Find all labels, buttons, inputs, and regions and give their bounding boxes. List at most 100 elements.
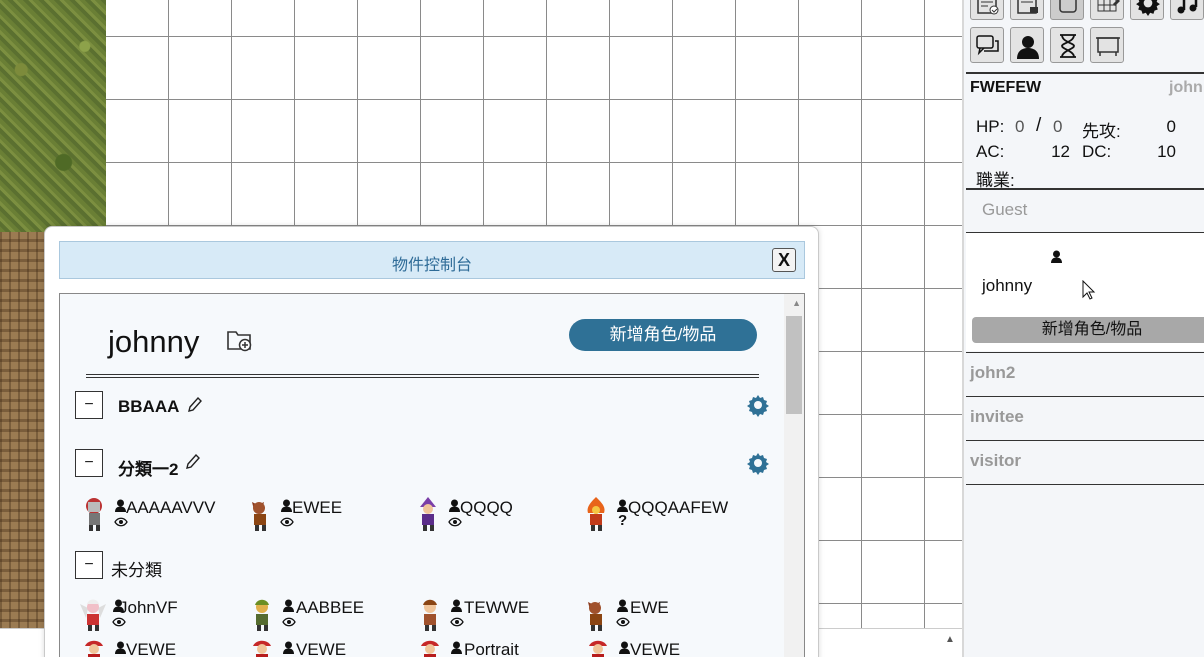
character-name: FWEFEW xyxy=(970,79,1042,96)
token-item[interactable]: JohnVF xyxy=(78,596,238,636)
dialog-title: 物件控制台 xyxy=(391,257,472,274)
scroll-icon xyxy=(1059,0,1077,13)
hp-max[interactable]: 0 xyxy=(1053,117,1062,137)
more-options-icon[interactable]: ⋮ xyxy=(1197,243,1204,264)
close-button[interactable]: X xyxy=(772,248,796,272)
token-name: EWE xyxy=(630,598,669,617)
owner-name: johnny xyxy=(108,324,200,359)
grass-tile xyxy=(0,0,106,232)
ranger-sprite-icon xyxy=(255,599,269,631)
note-check-button[interactable] xyxy=(970,0,1004,20)
settings-button[interactable] xyxy=(1130,0,1164,20)
eye-icon[interactable] xyxy=(448,517,462,527)
token-name: Portrait xyxy=(464,640,519,657)
token-name: QQQAAFEW xyxy=(628,498,729,517)
dialog-titlebar[interactable]: 物件控制台 X xyxy=(59,241,805,279)
eye-icon[interactable] xyxy=(616,617,630,627)
sidebar-divider xyxy=(966,188,1204,190)
gear-icon[interactable] xyxy=(746,393,770,417)
ac-value[interactable]: 12 xyxy=(1034,142,1070,162)
token-name: TEWWE xyxy=(464,598,530,617)
person-icon xyxy=(283,641,294,654)
token-name: AAAAAVVV xyxy=(126,498,216,517)
token-item[interactable]: TEWWE xyxy=(416,596,576,636)
character-button[interactable] xyxy=(1010,27,1044,63)
token-item[interactable]: VEWE xyxy=(584,638,744,657)
screen-button[interactable] xyxy=(1090,27,1124,63)
pencil-icon[interactable] xyxy=(188,397,202,413)
add-character-button[interactable]: 新增角色/物品 xyxy=(569,319,757,351)
user-row[interactable]: invitee xyxy=(966,396,1204,440)
user-name: invitee xyxy=(970,407,1024,426)
token-item[interactable]: VEWE xyxy=(248,638,408,657)
token-name: VEWE xyxy=(630,640,681,657)
initiative-label: 先攻: xyxy=(1082,122,1121,141)
hidden-visibility-marker[interactable]: ? xyxy=(618,512,627,529)
music-icon xyxy=(1177,0,1198,14)
eye-icon[interactable] xyxy=(112,617,126,627)
character-owner: john xyxy=(1169,79,1203,96)
dc-value[interactable]: 10 xyxy=(1140,142,1176,162)
token-item[interactable]: QQQAAFEW ? xyxy=(582,496,742,536)
sidebar-divider xyxy=(966,484,1204,485)
right-sidebar: FWEFEW john HP: 0 / 0 先攻: 0 AC: 12 DC: 1… xyxy=(962,0,1204,657)
stone-wall-shadow xyxy=(0,232,44,628)
pencil-icon[interactable] xyxy=(186,454,200,470)
hp-label: HP: xyxy=(976,117,1005,136)
token-item[interactable]: VEWE xyxy=(80,638,240,657)
current-user-name: johnny xyxy=(982,276,1033,295)
token-item[interactable]: EWEE xyxy=(246,496,406,536)
ac-label: AC: xyxy=(976,142,1005,161)
eye-icon[interactable] xyxy=(450,617,464,627)
scroll-up-arrow-icon[interactable]: ▲ xyxy=(940,630,960,650)
redcap-sprite-icon xyxy=(85,640,103,657)
note-lock-button[interactable] xyxy=(1010,0,1044,20)
collapse-group-button[interactable]: − xyxy=(75,391,103,419)
user-name: john2 xyxy=(970,363,1016,382)
user-row[interactable]: visitor xyxy=(966,440,1204,484)
eye-icon[interactable] xyxy=(282,617,296,627)
scrollbar-thumb[interactable] xyxy=(786,316,802,414)
person-icon xyxy=(1051,250,1062,263)
add-character-button[interactable]: 新增角色/物品 xyxy=(972,317,1204,343)
panel-scrollbar[interactable]: ▲ xyxy=(784,294,804,657)
initiative-value[interactable]: 0 xyxy=(1154,117,1176,137)
scroll-up-arrow-icon[interactable]: ▲ xyxy=(792,298,801,308)
group-name: 分類一2 xyxy=(118,460,179,479)
hp-current[interactable]: 0 xyxy=(1015,117,1024,137)
eye-icon[interactable] xyxy=(114,517,128,527)
kobold-sprite-icon xyxy=(588,602,602,631)
eye-icon[interactable] xyxy=(280,517,294,527)
token-item[interactable]: Portrait xyxy=(416,638,576,657)
person-icon xyxy=(451,599,462,612)
person-icon xyxy=(451,641,462,654)
add-folder-icon[interactable] xyxy=(226,326,254,354)
token-name: QQQQ xyxy=(460,498,513,517)
timer-button[interactable] xyxy=(1050,27,1084,63)
object-list-panel: johnny 新增角色/物品 − BBAAA − 分類一2 AAAAAVVV E… xyxy=(59,293,805,657)
mouse-cursor-icon xyxy=(1082,280,1096,300)
gear-icon[interactable] xyxy=(746,451,770,475)
chat-button[interactable] xyxy=(970,27,1004,63)
grid-edit-button[interactable] xyxy=(1090,0,1124,20)
token-item[interactable]: AABBEE xyxy=(248,596,408,636)
chat-icon xyxy=(976,35,999,56)
token-item[interactable]: EWE xyxy=(582,596,742,636)
mage-sprite-icon xyxy=(420,497,436,531)
token-name: VEWE xyxy=(296,640,347,657)
collapse-group-button[interactable]: − xyxy=(75,551,103,579)
token-item[interactable]: QQQQ xyxy=(414,496,574,536)
object-control-dialog: 物件控制台 X johnny 新增角色/物品 − BBAAA − 分類一2 AA… xyxy=(44,226,819,657)
music-button[interactable] xyxy=(1170,0,1204,20)
collapse-group-button[interactable]: − xyxy=(75,449,103,477)
angel-sprite-icon xyxy=(80,599,106,631)
user-row[interactable]: john2 xyxy=(966,352,1204,396)
kobold-sprite-icon xyxy=(252,502,266,531)
person-icon xyxy=(617,599,628,612)
token-item[interactable]: AAAAAVVV xyxy=(80,496,240,536)
group-name: 未分類 xyxy=(111,561,162,580)
fighter-sprite-icon xyxy=(423,599,437,631)
screen-icon xyxy=(1096,37,1120,56)
scroll-button[interactable] xyxy=(1050,0,1084,20)
group-name: BBAAA xyxy=(118,397,180,416)
